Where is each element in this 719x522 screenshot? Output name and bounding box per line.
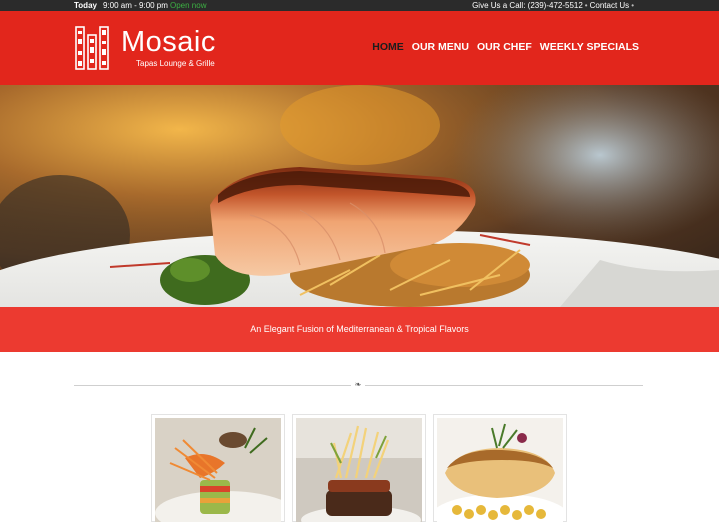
tower-dish-icon	[155, 418, 281, 522]
nav-home[interactable]: HOME	[372, 41, 404, 53]
separator-dot: •	[584, 1, 588, 10]
steak-stack-icon	[296, 418, 422, 522]
brand-name[interactable]: Mosaic	[121, 26, 216, 59]
gallery-card-3[interactable]	[433, 414, 567, 522]
opening-hours: 9:00 am - 9:00 pm	[103, 1, 168, 10]
mosaic-logo-icon[interactable]	[74, 25, 110, 71]
gallery-card-1[interactable]	[151, 414, 285, 522]
gallery-photo-3[interactable]	[437, 418, 563, 522]
ornament-icon: ❧	[351, 380, 365, 390]
main-navigation: HOME OUR MENU OUR CHEF WEEKLY SPECIALS	[372, 41, 639, 53]
separator-dot: •	[631, 1, 634, 10]
tagline-band: An Elegant Fusion of Mediterranean & Tro…	[0, 307, 719, 352]
call-link[interactable]: Give Us a Call: (239)-472-5512	[472, 1, 583, 10]
hero-salmon-dish-icon	[0, 85, 719, 307]
contact-link[interactable]: Contact Us	[590, 1, 630, 10]
gallery-card-2[interactable]	[292, 414, 426, 522]
fish-fillet-icon	[437, 418, 563, 522]
hero-food-image	[0, 85, 719, 307]
open-status: Open now	[170, 1, 207, 10]
brand-tagline: Tapas Lounge & Grille	[136, 59, 215, 68]
nav-our-chef[interactable]: OUR CHEF	[477, 41, 532, 53]
tagline-text: An Elegant Fusion of Mediterranean & Tro…	[250, 324, 469, 334]
gallery-photo-2[interactable]	[296, 418, 422, 522]
topbar-links: Give Us a Call: (239)-472-5512 • Contact U…	[472, 0, 636, 11]
today-label: Today	[74, 1, 97, 10]
gallery-photo-1[interactable]	[155, 418, 281, 522]
nav-our-menu[interactable]: OUR MENU	[412, 41, 469, 53]
nav-weekly-specials[interactable]: WEEKLY SPECIALS	[540, 41, 639, 53]
top-utility-bar: Today 9:00 am - 9:00 pm Open now Give Us…	[0, 0, 719, 11]
site-header: Mosaic Tapas Lounge & Grille HOME OUR ME…	[0, 11, 719, 85]
